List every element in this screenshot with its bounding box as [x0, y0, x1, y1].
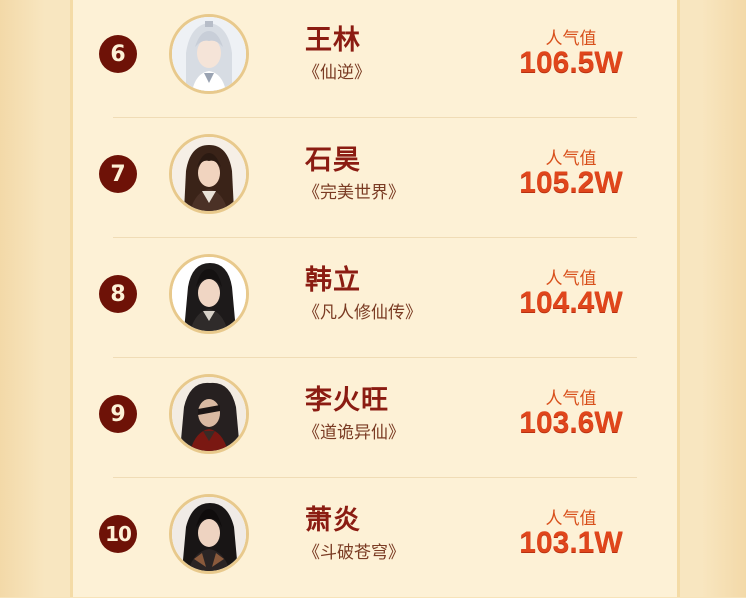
character-name: 萧炎: [305, 505, 361, 536]
rank-badge: 7: [99, 155, 137, 193]
ranking-row[interactable]: 10 萧炎 《斗破苍穹》 人气值 103.1W: [73, 478, 677, 598]
rank-badge: 9: [99, 395, 137, 433]
popularity-value: 104.4W: [519, 286, 623, 319]
work-title: 《道诡异仙》: [303, 423, 405, 443]
character-name: 李火旺: [305, 385, 389, 416]
ranking-row[interactable]: 8 韩立 《凡人修仙传》 人气值 104.4W: [73, 238, 677, 358]
work-title: 《凡人修仙传》: [303, 303, 422, 323]
character-name: 韩立: [305, 265, 361, 296]
popularity-value: 103.6W: [519, 406, 623, 439]
character-avatar: [169, 14, 249, 94]
ranking-row[interactable]: 9 李火旺 《道诡异仙》 人气值 103.6W: [73, 358, 677, 478]
rank-badge: 8: [99, 275, 137, 313]
character-name: 王林: [305, 25, 361, 56]
ranking-panel: 6 王林 《仙逆》 人气值 106.5W 7 石昊 《完美世界》 人气值 105…: [70, 0, 680, 597]
rank-badge: 6: [99, 35, 137, 73]
work-title: 《仙逆》: [303, 63, 371, 83]
work-title: 《完美世界》: [303, 183, 405, 203]
character-avatar: [169, 374, 249, 454]
character-name: 石昊: [305, 145, 361, 176]
popularity-value: 103.1W: [519, 526, 623, 559]
popularity-value: 106.5W: [519, 46, 623, 79]
character-avatar: [169, 134, 249, 214]
ranking-row[interactable]: 7 石昊 《完美世界》 人气值 105.2W: [73, 118, 677, 238]
work-title: 《斗破苍穹》: [303, 543, 405, 563]
character-avatar: [169, 494, 249, 574]
character-avatar: [169, 254, 249, 334]
rank-badge: 10: [99, 515, 137, 553]
popularity-value: 105.2W: [519, 166, 623, 199]
page-background: 6 王林 《仙逆》 人气值 106.5W 7 石昊 《完美世界》 人气值 105…: [0, 0, 746, 597]
ranking-row[interactable]: 6 王林 《仙逆》 人气值 106.5W: [73, 0, 677, 118]
